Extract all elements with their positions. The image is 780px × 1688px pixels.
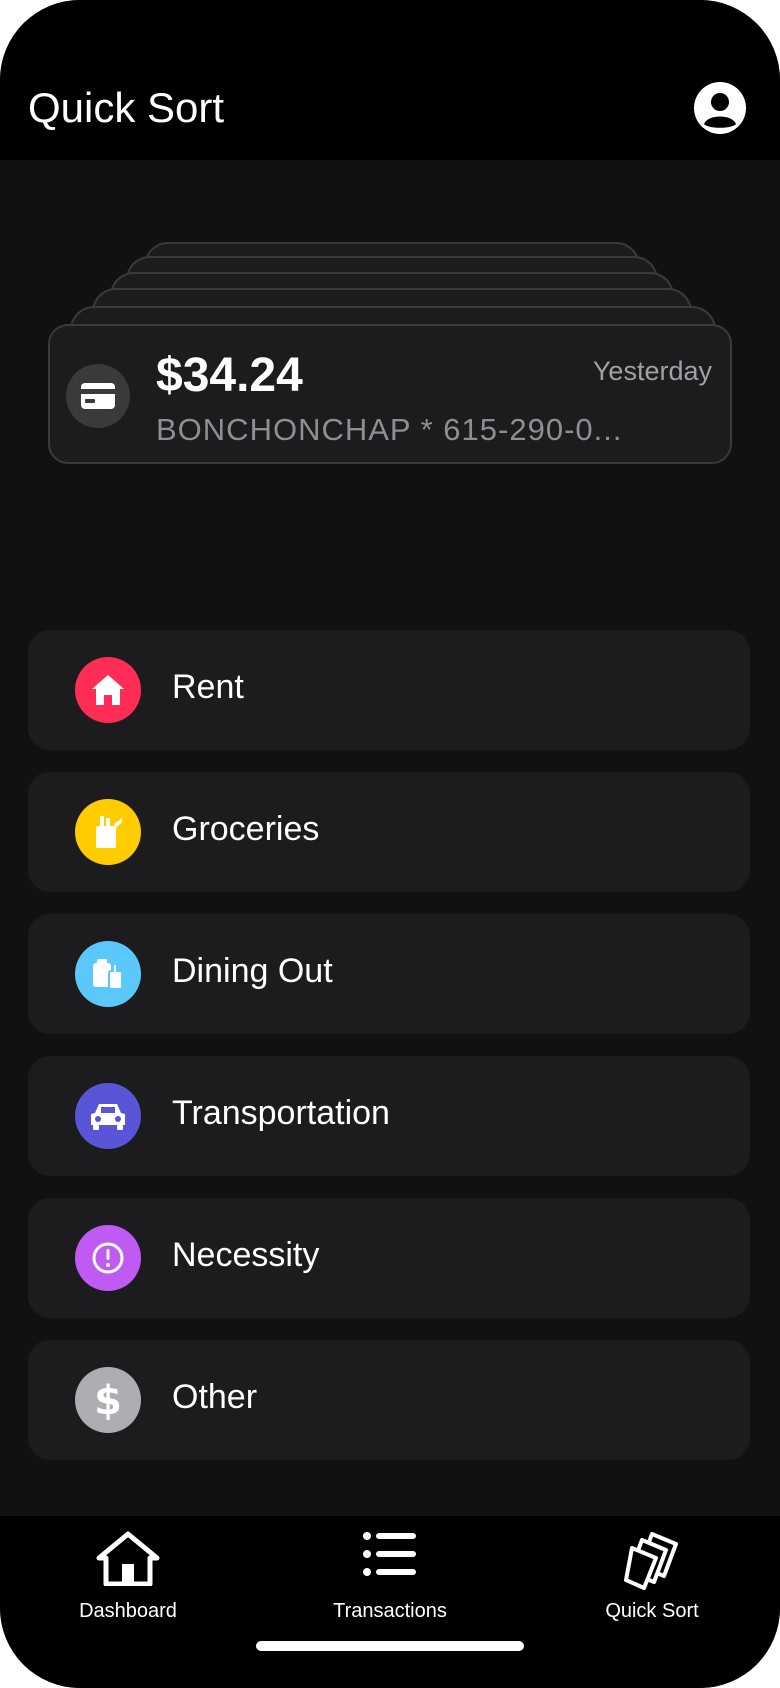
svg-text:$: $	[94, 1379, 122, 1421]
house-icon	[96, 1531, 160, 1586]
transaction-merchant: BONCHONCHAP * 615-290-0...	[156, 412, 623, 447]
category-groceries[interactable]: Groceries	[28, 772, 750, 892]
top-bar: Quick Sort	[0, 0, 780, 160]
tab-dashboard[interactable]: Dashboard	[28, 1516, 228, 1636]
card-icon-badge	[66, 364, 130, 428]
profile-button[interactable]	[692, 80, 748, 136]
exclamation-circle-icon	[75, 1225, 141, 1291]
phone-screen: Quick Sort $34.24 BONCHONCHAP * 615-290-…	[0, 0, 780, 1688]
car-icon	[75, 1083, 141, 1149]
credit-card-icon	[81, 383, 115, 409]
category-dining-out[interactable]: Dining Out	[28, 914, 750, 1034]
tab-quick-sort[interactable]: Quick Sort	[552, 1516, 752, 1636]
category-label: Other	[172, 1378, 258, 1416]
takeout-icon	[75, 941, 141, 1007]
dollar-sign-icon: $	[75, 1367, 141, 1433]
person-circle-icon	[694, 82, 746, 134]
tab-label: Transactions	[333, 1600, 447, 1622]
transaction-date: Yesterday	[592, 356, 712, 386]
category-label: Transportation	[172, 1094, 390, 1132]
category-label: Necessity	[172, 1236, 320, 1274]
house-icon	[75, 657, 141, 723]
page-title: Quick Sort	[28, 84, 225, 131]
category-label: Dining Out	[172, 952, 333, 990]
category-necessity[interactable]: Necessity	[28, 1198, 750, 1318]
tab-label: Dashboard	[79, 1600, 177, 1622]
home-indicator	[256, 1641, 524, 1651]
category-rent[interactable]: Rent	[28, 630, 750, 750]
category-label: Rent	[172, 668, 244, 706]
tab-transactions[interactable]: Transactions	[290, 1516, 490, 1636]
grocery-bag-icon	[75, 799, 141, 865]
tab-bar: Dashboard Transactions Quick Sort	[0, 1516, 780, 1688]
list-icon	[363, 1532, 416, 1576]
transaction-card[interactable]: $34.24 BONCHONCHAP * 615-290-0... Yester…	[48, 324, 732, 464]
category-other[interactable]: $ Other	[28, 1340, 750, 1460]
category-transportation[interactable]: Transportation	[28, 1056, 750, 1176]
category-label: Groceries	[172, 810, 320, 848]
tab-label: Quick Sort	[605, 1600, 699, 1622]
stacked-cards-icon	[624, 1532, 678, 1590]
transaction-amount: $34.24	[156, 349, 303, 402]
